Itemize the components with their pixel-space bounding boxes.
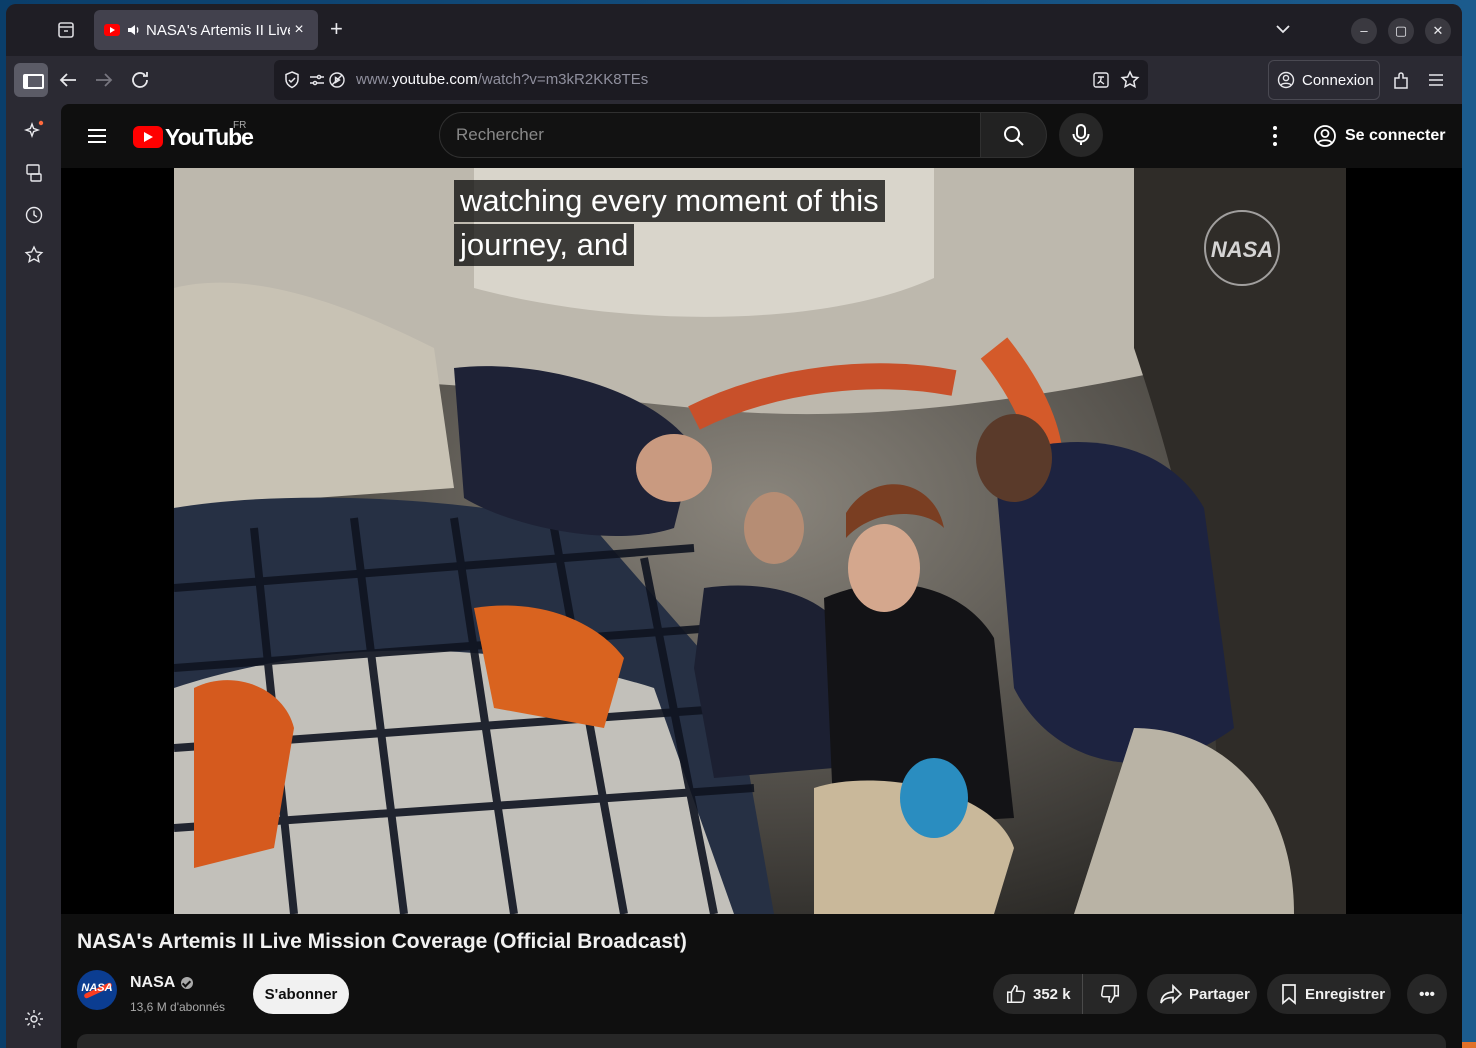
country-code: FR [233, 120, 247, 131]
more-actions-button[interactable]: ••• [1407, 974, 1447, 1014]
hamburger-menu-icon[interactable] [1426, 70, 1446, 90]
youtube-play-icon [133, 126, 163, 148]
tab-title: NASA's Artemis II Live [146, 21, 290, 39]
url-text[interactable]: www.youtube.com/watch?v=m3kR2KK8TEs [356, 71, 648, 88]
subscriber-count: 13,6 M d'abonnés [130, 1000, 226, 1014]
back-arrow-icon[interactable] [56, 68, 80, 92]
nasa-watermark: NASA [1204, 210, 1280, 286]
account-connexion-button[interactable]: Connexion [1268, 60, 1380, 100]
like-button[interactable]: 352 k [993, 974, 1083, 1014]
star-bookmark-icon[interactable] [1120, 70, 1140, 90]
sign-in-label: Se connecter [1345, 127, 1446, 144]
save-label: Enregistrer [1305, 985, 1386, 1003]
share-arrow-icon [1160, 983, 1183, 1005]
video-title: NASA's Artemis II Live Mission Coverage … [77, 930, 687, 953]
page-content: YouTube FR Se connecter [61, 104, 1462, 1048]
video-frame: watching every moment of this journey, a… [174, 168, 1346, 914]
search-button[interactable] [981, 112, 1047, 158]
channel-name-label: NASA [130, 974, 176, 991]
chevron-down-icon[interactable] [1274, 20, 1292, 38]
settings-icon[interactable] [23, 1008, 45, 1030]
dislike-button[interactable] [1083, 974, 1137, 1014]
translate-icon[interactable] [1092, 71, 1110, 89]
voice-search-button[interactable] [1059, 113, 1103, 157]
share-label: Partager [1189, 985, 1250, 1003]
connexion-label: Connexion [1302, 71, 1374, 89]
save-button[interactable]: Enregistrer [1267, 974, 1391, 1014]
close-window-button[interactable]: ✕ [1425, 18, 1451, 44]
browser-sidebar [6, 104, 61, 1048]
video-frame-image [174, 168, 1346, 914]
autoplay-blocked-icon[interactable] [328, 71, 346, 89]
channel-name[interactable]: NASA [130, 974, 194, 992]
browser-window: NASA's Artemis II Live × + – ▢ ✕ www.you… [6, 4, 1462, 1048]
navigation-bar: www.youtube.com/watch?v=m3kR2KK8TEs Conn… [6, 56, 1462, 104]
minimize-button[interactable]: – [1351, 18, 1377, 44]
extensions-icon[interactable] [1390, 69, 1412, 91]
permissions-icon[interactable] [308, 72, 326, 88]
sidebar-toggle-button[interactable] [14, 63, 48, 97]
user-circle-icon [1314, 125, 1336, 147]
channel-avatar[interactable]: NASA [77, 970, 117, 1010]
more-vertical-icon[interactable] [1261, 122, 1289, 150]
bookmark-icon [1282, 984, 1296, 1005]
url-prefix: www. [356, 71, 392, 88]
like-dislike-group: 352 k [993, 974, 1137, 1014]
tab-close-icon[interactable]: × [290, 21, 308, 39]
channel-avatar-text: NASA [81, 982, 113, 994]
share-button[interactable]: Partager [1147, 974, 1257, 1014]
youtube-header: YouTube FR Se connecter [61, 104, 1462, 168]
ai-sparkle-icon[interactable] [23, 120, 45, 142]
thumbs-up-icon [1006, 984, 1026, 1004]
tab-youtube[interactable]: NASA's Artemis II Live × [94, 10, 318, 50]
url-bar[interactable]: www.youtube.com/watch?v=m3kR2KK8TEs [274, 60, 1148, 100]
thumbs-down-icon [1100, 984, 1120, 1004]
speaker-icon[interactable] [126, 22, 142, 38]
forward-arrow-icon[interactable] [92, 68, 116, 92]
maximize-button[interactable]: ▢ [1388, 18, 1414, 44]
tab-list-icon[interactable] [54, 18, 78, 42]
search-input[interactable] [440, 113, 980, 157]
youtube-logo[interactable]: YouTube FR [133, 120, 254, 150]
synced-tabs-icon[interactable] [23, 162, 45, 184]
new-tab-button[interactable]: + [330, 18, 343, 40]
search-icon [1004, 126, 1024, 146]
shield-icon[interactable] [282, 70, 302, 90]
description-box[interactable] [77, 1034, 1446, 1048]
sign-in-button[interactable]: Se connecter [1305, 116, 1453, 156]
closed-caption: watching every moment of this journey, a… [454, 180, 885, 268]
url-host: youtube.com [391, 71, 478, 88]
subscribe-button[interactable]: S'abonner [253, 974, 349, 1014]
account-icon [1277, 71, 1295, 89]
tab-strip: NASA's Artemis II Live × + – ▢ ✕ [6, 4, 1462, 56]
url-path: /watch?v=m3kR2KK8TEs [477, 71, 649, 88]
verified-badge-icon [181, 977, 194, 989]
guide-menu-icon[interactable] [85, 124, 109, 148]
microphone-icon [1072, 124, 1090, 145]
search-box [439, 112, 981, 158]
caption-line-2: journey, and [454, 224, 635, 266]
like-count: 352 k [1033, 985, 1071, 1003]
caption-line-1: watching every moment of this [454, 180, 885, 222]
youtube-favicon-icon [104, 24, 120, 36]
history-icon[interactable] [23, 204, 45, 226]
video-player[interactable]: watching every moment of this journey, a… [61, 168, 1462, 914]
bookmarks-icon[interactable] [23, 244, 45, 266]
reload-icon[interactable] [128, 68, 152, 92]
